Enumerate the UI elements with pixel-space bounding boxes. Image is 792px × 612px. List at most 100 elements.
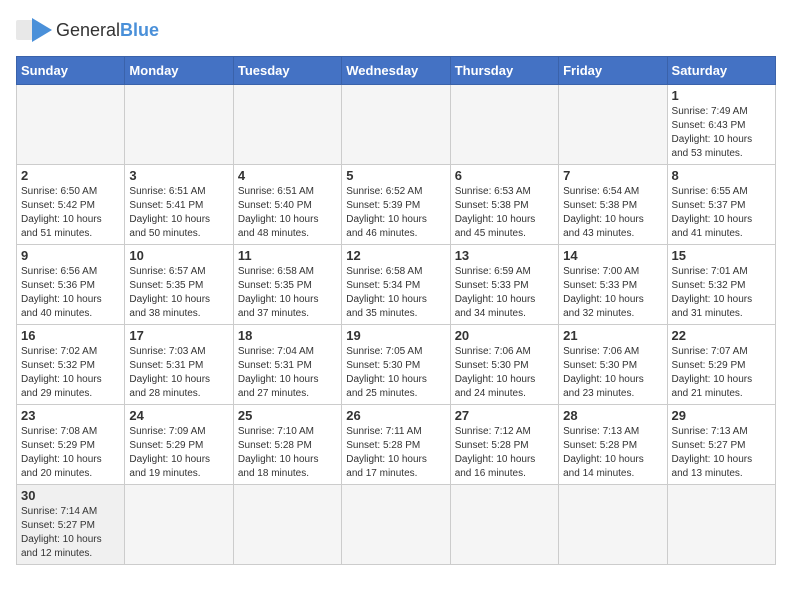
day-number: 13: [455, 248, 554, 263]
calendar-day-cell: 17Sunrise: 7:03 AM Sunset: 5:31 PM Dayli…: [125, 325, 233, 405]
logo: GeneralBlue: [16, 16, 159, 44]
calendar-day-cell: [233, 485, 341, 565]
day-info: Sunrise: 7:04 AM Sunset: 5:31 PM Dayligh…: [238, 345, 337, 401]
weekday-header: Saturday: [667, 57, 775, 85]
day-info: Sunrise: 6:51 AM Sunset: 5:41 PM Dayligh…: [129, 185, 228, 241]
day-number: 7: [563, 168, 662, 183]
day-number: 11: [238, 248, 337, 263]
day-info: Sunrise: 7:00 AM Sunset: 5:33 PM Dayligh…: [563, 265, 662, 321]
day-number: 12: [346, 248, 445, 263]
day-number: 4: [238, 168, 337, 183]
day-number: 16: [21, 328, 120, 343]
day-number: 8: [672, 168, 771, 183]
logo-icon: [16, 16, 52, 44]
day-info: Sunrise: 6:54 AM Sunset: 5:38 PM Dayligh…: [563, 185, 662, 241]
day-number: 28: [563, 408, 662, 423]
day-info: Sunrise: 7:05 AM Sunset: 5:30 PM Dayligh…: [346, 345, 445, 401]
day-number: 14: [563, 248, 662, 263]
day-info: Sunrise: 7:02 AM Sunset: 5:32 PM Dayligh…: [21, 345, 120, 401]
calendar-table: SundayMondayTuesdayWednesdayThursdayFrid…: [16, 56, 776, 565]
calendar-day-cell: [342, 485, 450, 565]
calendar-day-cell: 19 Sunrise: 7:05 AM Sunset: 5:30 PM Dayli…: [342, 325, 450, 405]
day-info: Sunrise: 7:13 AM Sunset: 5:28 PM Dayligh…: [563, 425, 662, 481]
calendar-day-cell: [450, 85, 558, 165]
weekday-header: Monday: [125, 57, 233, 85]
calendar-day-cell: [125, 485, 233, 565]
calendar-week-row: 1 Sunrise: 7:49 AM Sunset: 6:43 PM Daylig…: [17, 85, 776, 165]
calendar-day-cell: 29 Sunrise: 7:13 AM Sunset: 5:27 PM Dayli…: [667, 405, 775, 485]
calendar-day-cell: 15 Sunrise: 7:01 AM Sunset: 5:32 PM Dayli…: [667, 245, 775, 325]
calendar-day-cell: 13Sunrise: 6:59 AM Sunset: 5:33 PM Dayli…: [450, 245, 558, 325]
day-info: Sunrise: 7:03 AM Sunset: 5:31 PM Dayligh…: [129, 345, 228, 401]
day-info: Sunrise: 6:56 AM Sunset: 5:36 PM Dayligh…: [21, 265, 120, 321]
day-info: Sunrise: 7:11 AM Sunset: 5:28 PM Dayligh…: [346, 425, 445, 481]
weekday-header: Wednesday: [342, 57, 450, 85]
calendar-day-cell: [667, 485, 775, 565]
calendar-day-cell: 5Sunrise: 6:52 AM Sunset: 5:39 PM Daylig…: [342, 165, 450, 245]
calendar-day-cell: [559, 85, 667, 165]
weekday-header-row: SundayMondayTuesdayWednesdayThursdayFrid…: [17, 57, 776, 85]
day-number: 15: [672, 248, 771, 263]
calendar-day-cell: [233, 85, 341, 165]
calendar-day-cell: 1 Sunrise: 7:49 AM Sunset: 6:43 PM Daylig…: [667, 85, 775, 165]
calendar-day-cell: 24Sunrise: 7:09 AM Sunset: 5:29 PM Dayli…: [125, 405, 233, 485]
calendar-day-cell: 20Sunrise: 7:06 AM Sunset: 5:30 PM Dayli…: [450, 325, 558, 405]
calendar-day-cell: 8 Sunrise: 6:55 AM Sunset: 5:37 PM Daylig…: [667, 165, 775, 245]
weekday-header: Sunday: [17, 57, 125, 85]
calendar-day-cell: 2 Sunrise: 6:50 AM Sunset: 5:42 PM Daylig…: [17, 165, 125, 245]
weekday-header: Thursday: [450, 57, 558, 85]
day-info: Sunrise: 7:13 AM Sunset: 5:27 PM Dayligh…: [672, 425, 771, 481]
day-info: Sunrise: 7:49 AM Sunset: 6:43 PM Dayligh…: [672, 105, 771, 161]
calendar-day-cell: 10Sunrise: 6:57 AM Sunset: 5:35 PM Dayli…: [125, 245, 233, 325]
calendar-day-cell: 18 Sunrise: 7:04 AM Sunset: 5:31 PM Dayli…: [233, 325, 341, 405]
calendar-day-cell: 25 Sunrise: 7:10 AM Sunset: 5:28 PM Dayli…: [233, 405, 341, 485]
calendar-day-cell: 14 Sunrise: 7:00 AM Sunset: 5:33 PM Dayli…: [559, 245, 667, 325]
calendar-week-row: 9 Sunrise: 6:56 AM Sunset: 5:36 PM Daylig…: [17, 245, 776, 325]
calendar-week-row: 16 Sunrise: 7:02 AM Sunset: 5:32 PM Dayli…: [17, 325, 776, 405]
day-info: Sunrise: 6:55 AM Sunset: 5:37 PM Dayligh…: [672, 185, 771, 241]
day-number: 21: [563, 328, 662, 343]
day-info: Sunrise: 6:58 AM Sunset: 5:35 PM Dayligh…: [238, 265, 337, 321]
logo-text: GeneralBlue: [56, 20, 159, 41]
calendar-day-cell: [17, 85, 125, 165]
day-number: 27: [455, 408, 554, 423]
day-number: 3: [129, 168, 228, 183]
calendar-week-row: 30Sunrise: 7:14 AM Sunset: 5:27 PM Dayli…: [17, 485, 776, 565]
calendar-day-cell: 7 Sunrise: 6:54 AM Sunset: 5:38 PM Daylig…: [559, 165, 667, 245]
calendar-day-cell: [342, 85, 450, 165]
day-number: 22: [672, 328, 771, 343]
day-info: Sunrise: 7:06 AM Sunset: 5:30 PM Dayligh…: [563, 345, 662, 401]
day-info: Sunrise: 7:07 AM Sunset: 5:29 PM Dayligh…: [672, 345, 771, 401]
calendar-day-cell: 21 Sunrise: 7:06 AM Sunset: 5:30 PM Dayli…: [559, 325, 667, 405]
day-number: 29: [672, 408, 771, 423]
day-info: Sunrise: 6:58 AM Sunset: 5:34 PM Dayligh…: [346, 265, 445, 321]
day-number: 1: [672, 88, 771, 103]
calendar-week-row: 23 Sunrise: 7:08 AM Sunset: 5:29 PM Dayli…: [17, 405, 776, 485]
calendar-day-cell: 27Sunrise: 7:12 AM Sunset: 5:28 PM Dayli…: [450, 405, 558, 485]
day-info: Sunrise: 7:10 AM Sunset: 5:28 PM Dayligh…: [238, 425, 337, 481]
day-number: 23: [21, 408, 120, 423]
day-number: 18: [238, 328, 337, 343]
day-info: Sunrise: 7:08 AM Sunset: 5:29 PM Dayligh…: [21, 425, 120, 481]
day-info: Sunrise: 7:01 AM Sunset: 5:32 PM Dayligh…: [672, 265, 771, 321]
calendar-day-cell: [125, 85, 233, 165]
day-number: 2: [21, 168, 120, 183]
day-number: 19: [346, 328, 445, 343]
calendar-day-cell: 16 Sunrise: 7:02 AM Sunset: 5:32 PM Dayli…: [17, 325, 125, 405]
day-number: 25: [238, 408, 337, 423]
day-info: Sunrise: 6:51 AM Sunset: 5:40 PM Dayligh…: [238, 185, 337, 241]
calendar-day-cell: 30Sunrise: 7:14 AM Sunset: 5:27 PM Dayli…: [17, 485, 125, 565]
day-info: Sunrise: 6:50 AM Sunset: 5:42 PM Dayligh…: [21, 185, 120, 241]
day-number: 9: [21, 248, 120, 263]
calendar-day-cell: 4 Sunrise: 6:51 AM Sunset: 5:40 PM Daylig…: [233, 165, 341, 245]
calendar-day-cell: [450, 485, 558, 565]
day-number: 5: [346, 168, 445, 183]
day-info: Sunrise: 6:57 AM Sunset: 5:35 PM Dayligh…: [129, 265, 228, 321]
day-number: 30: [21, 488, 120, 503]
day-number: 26: [346, 408, 445, 423]
calendar-day-cell: 12 Sunrise: 6:58 AM Sunset: 5:34 PM Dayli…: [342, 245, 450, 325]
weekday-header: Friday: [559, 57, 667, 85]
calendar-day-cell: 11 Sunrise: 6:58 AM Sunset: 5:35 PM Dayli…: [233, 245, 341, 325]
calendar-day-cell: 3 Sunrise: 6:51 AM Sunset: 5:41 PM Daylig…: [125, 165, 233, 245]
calendar-day-cell: 23 Sunrise: 7:08 AM Sunset: 5:29 PM Dayli…: [17, 405, 125, 485]
